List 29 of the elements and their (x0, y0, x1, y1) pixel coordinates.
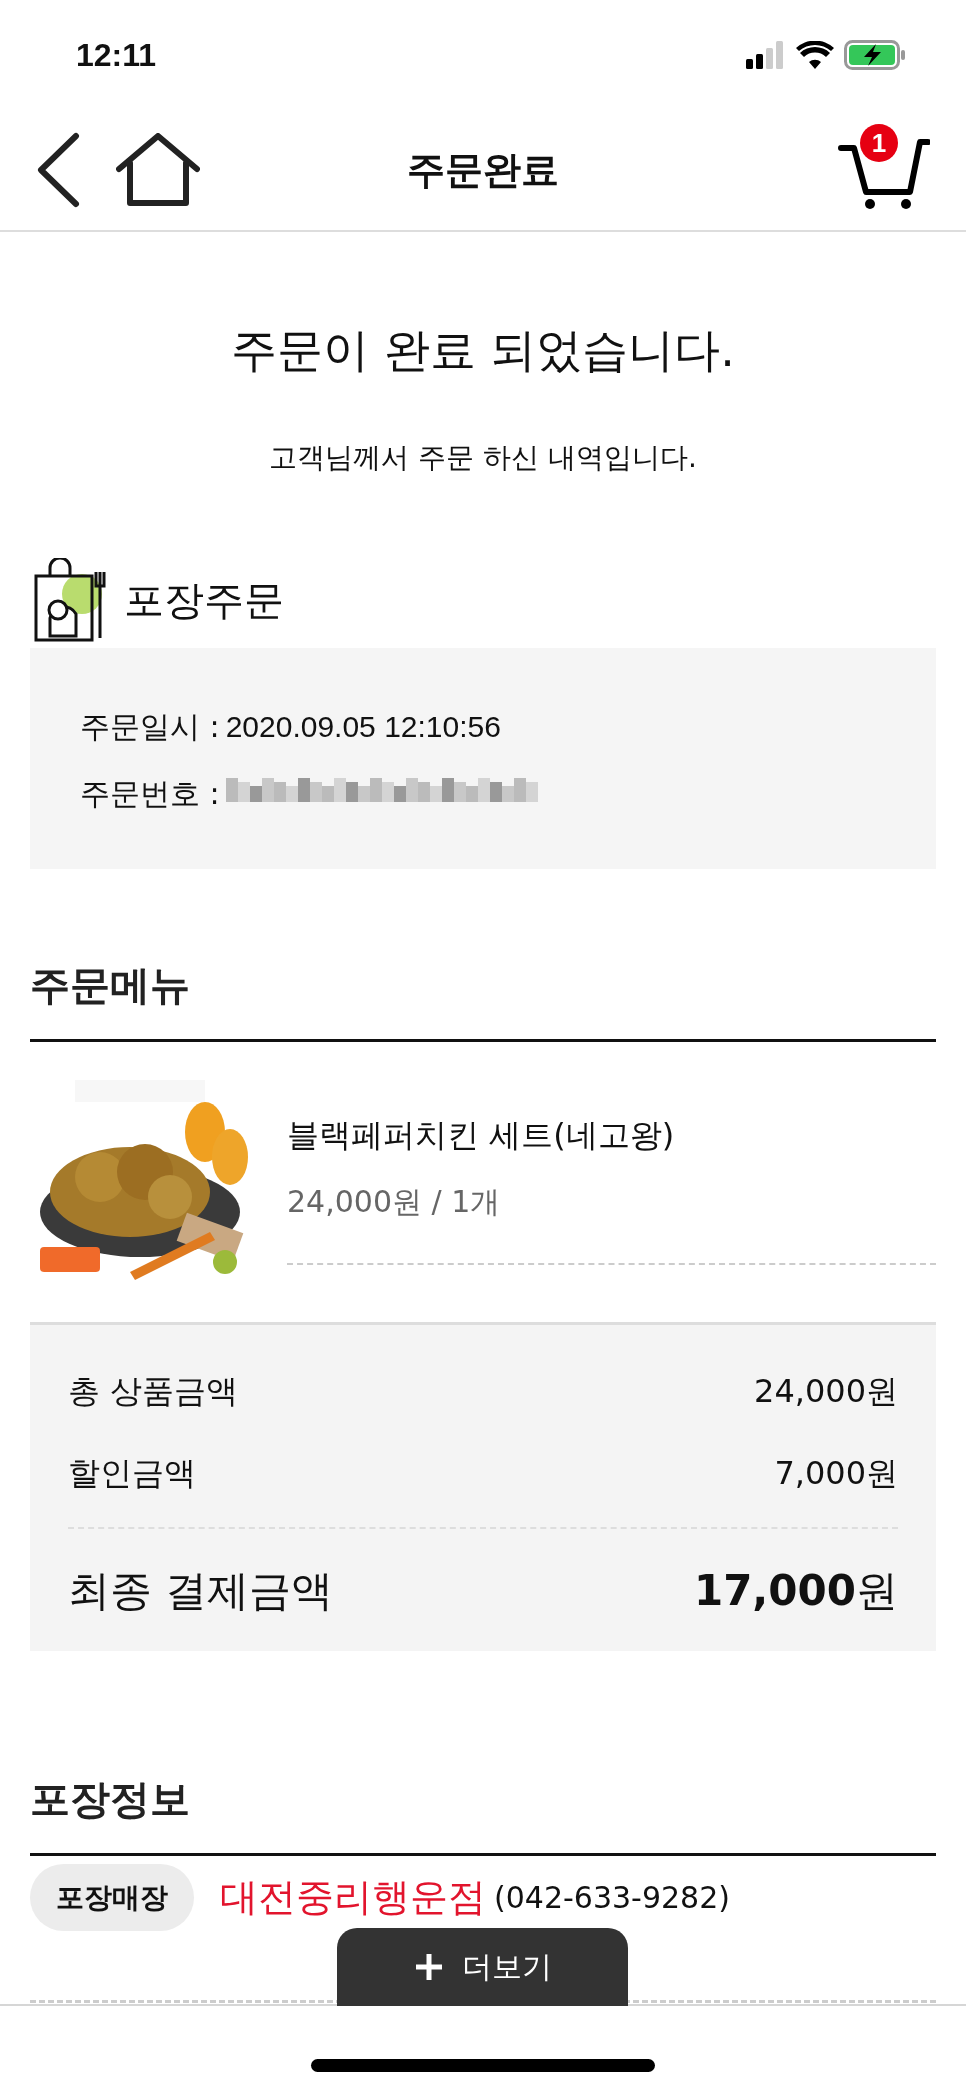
pickup-tag: 포장매장 (30, 1864, 194, 1931)
total-amount: 17,000원 (693, 1565, 898, 1617)
menu-item-name: 블랙페퍼치킨 세트(네고왕) (287, 1115, 676, 1156)
store-phone: (042-633-9282) (494, 1880, 730, 1915)
total-label: 할인금액 (68, 1453, 196, 1494)
status-time: 12:11 (76, 36, 157, 74)
completion-title: 주문이 완료 되었습니다. (230, 322, 736, 379)
section-title: 주문메뉴 (30, 957, 936, 1042)
menu-item-price: 24,000원 / 1개 (287, 1183, 502, 1221)
total-amount: 7,000원 (774, 1453, 898, 1494)
total-amount: 24,000원 (754, 1371, 898, 1412)
cart-count-badge: 1 (860, 124, 898, 162)
plus-icon (413, 1952, 444, 1982)
store-name: 대전중리행운점 (220, 1874, 486, 1921)
section-title: 포장정보 (30, 1771, 936, 1856)
info-value: 2020.09.05 12:10:56 (225, 710, 501, 744)
completion-subtitle: 고객님께서 주문 하신 내역입니다. (268, 440, 698, 476)
wifi-icon (796, 41, 834, 69)
back-icon[interactable] (36, 132, 80, 208)
info-label: 주문일시 : (80, 707, 220, 746)
total-label: 총 상품금액 (68, 1371, 239, 1412)
signal-icon (746, 41, 786, 69)
page-title: 주문완료 (407, 146, 559, 194)
battery-icon (844, 40, 906, 70)
order-type-title: 포장주문 (124, 575, 284, 625)
home-icon[interactable] (116, 133, 200, 207)
more-button[interactable]: 더보기 (337, 1928, 628, 2006)
info-label: 주문번호 : (80, 774, 220, 813)
total-label: 최종 결제금액 (68, 1565, 334, 1617)
